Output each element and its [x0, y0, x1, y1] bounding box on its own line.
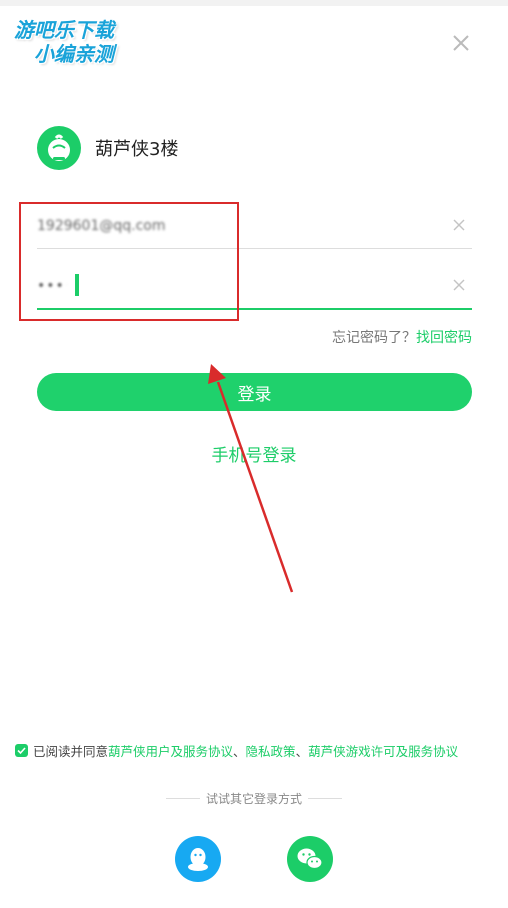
clear-account-icon[interactable]: [452, 218, 466, 232]
agree-checkbox[interactable]: [15, 744, 28, 757]
user-agreement-link[interactable]: 葫芦侠用户及服务协议: [108, 741, 233, 760]
clear-password-icon[interactable]: [452, 278, 466, 292]
watermark-line-2: 小编亲测: [34, 42, 114, 66]
app-name: 葫芦侠3楼: [95, 139, 179, 160]
forgot-password-text: 忘记密码了？: [332, 330, 416, 346]
wechat-login-button[interactable]: [287, 836, 333, 882]
game-license-link[interactable]: 葫芦侠游戏许可及服务协议: [308, 741, 458, 760]
privacy-policy-link[interactable]: 隐私政策: [246, 741, 296, 760]
annotation-highlight-box: [19, 202, 239, 321]
other-login-label: 试试其它登录方式: [205, 792, 302, 806]
recover-password-link[interactable]: 找回密码: [416, 330, 472, 346]
other-login-divider: 试试其它登录方式: [0, 790, 508, 807]
agreement-row: 已阅读并同意 葫芦侠用户及服务协议 、 隐私政策 、 葫芦侠游戏许可及服务协议: [15, 741, 458, 760]
phone-login-link[interactable]: 手机号登录: [0, 441, 508, 466]
top-status-bar: [0, 0, 508, 6]
close-icon: [453, 35, 469, 51]
qq-login-button[interactable]: [175, 836, 221, 882]
agreement-prefix: 已阅读并同意: [33, 744, 109, 759]
check-icon: [17, 747, 26, 755]
close-button[interactable]: [450, 32, 472, 54]
divider-line-left: [165, 798, 200, 799]
wechat-icon: [297, 848, 323, 870]
divider-line-right: [308, 798, 342, 799]
agreement-separator-1: 、: [233, 744, 246, 759]
forgot-password-row: 忘记密码了？找回密码: [332, 327, 472, 347]
watermark-logo: 游吧乐下载 小编亲测: [10, 12, 150, 68]
agreement-separator-2: 、: [295, 744, 309, 759]
login-button[interactable]: 登录: [37, 373, 472, 411]
app-logo-icon: [37, 126, 81, 170]
brand-header: 葫芦侠3楼: [37, 126, 178, 170]
qq-icon: [188, 848, 208, 871]
